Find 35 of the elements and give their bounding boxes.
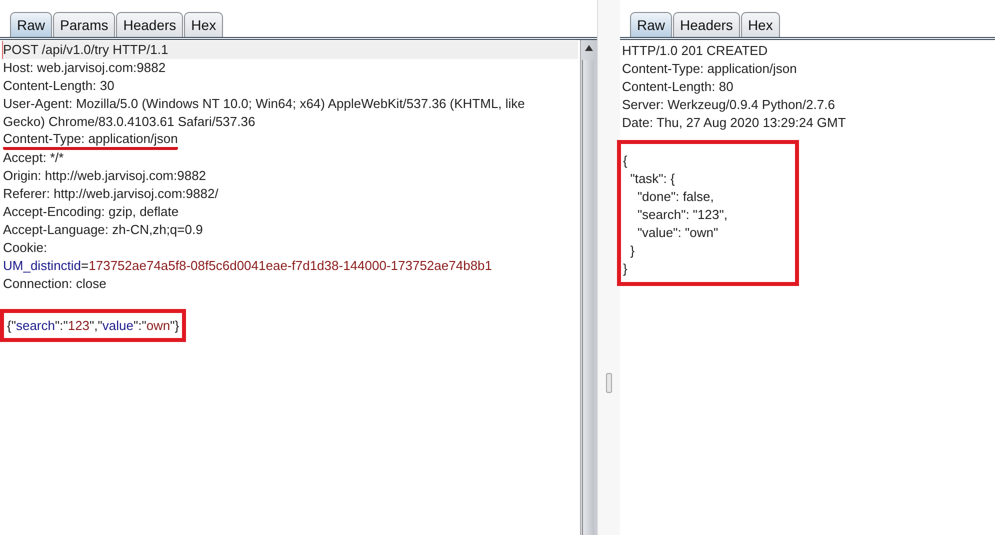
tab[interactable]: Headers [673,12,740,37]
request-line: Host: web.jarvisoj.com:9882 [3,59,167,77]
response-line: Date: Thu, 27 Aug 2020 13:29:24 GMT [622,114,847,132]
tab[interactable]: Hex [740,12,780,37]
tab[interactable]: Raw [10,12,52,37]
tab[interactable]: Raw [630,12,672,37]
request-line: Referer: http://web.jarvisoj.com:9882/ [3,185,220,203]
response-line: HTTP/1.0 201 CREATED [622,42,769,60]
splitter-handle[interactable] [597,0,620,535]
response-line: Content-Length: 80 [622,78,734,96]
request-line: UM_distinctid=173752ae74a5f8-08f5c6d0041eae-f7d1d38-144000-173752ae74b8b1 [3,257,494,275]
response-body-line: "task": { [629,170,676,188]
response-body-line: } [623,260,628,278]
response-body-line: "done": false, [636,188,715,206]
response-body-line: { [623,152,628,170]
tab[interactable]: Headers [116,12,184,37]
tab[interactable]: Params [53,12,116,37]
request-line: Content-Type: application/json [3,131,178,150]
response-line: Server: Werkzeug/0.9.4 Python/2.7.6 [622,96,836,114]
request-line: Accept-Language: zh-CN,zh;q=0.9 [3,221,204,239]
request-line: Cookie: [3,239,48,257]
scroll-up-icon[interactable] [585,45,593,51]
request-line: User-Agent: Mozilla/5.0 (Windows NT 10.0; Win64; x64) AppleWebKit/537.36 (KHTML, like Gecko) Chrome/83.0.4103.61 Safari/537.36 [3,95,526,131]
request-line: Origin: http://web.jarvisoj.com:9882 [3,167,208,185]
response-body-line: "search": "123", [636,206,728,224]
tab[interactable]: Hex [184,12,224,37]
request-body-line: {"search":"123","value":"own"} [7,317,180,335]
response-body-line: } [629,242,636,260]
response-body-line: "value": "own" [636,224,720,242]
request-line: Accept-Encoding: gzip, deflate [3,203,180,221]
request-line: Connection: close [3,275,108,293]
request-line: Accept: */* [3,149,65,167]
scrollbar[interactable] [580,40,597,535]
request-line: Content-Length: 30 [3,77,116,95]
response-line: Content-Type: application/json [622,60,798,78]
